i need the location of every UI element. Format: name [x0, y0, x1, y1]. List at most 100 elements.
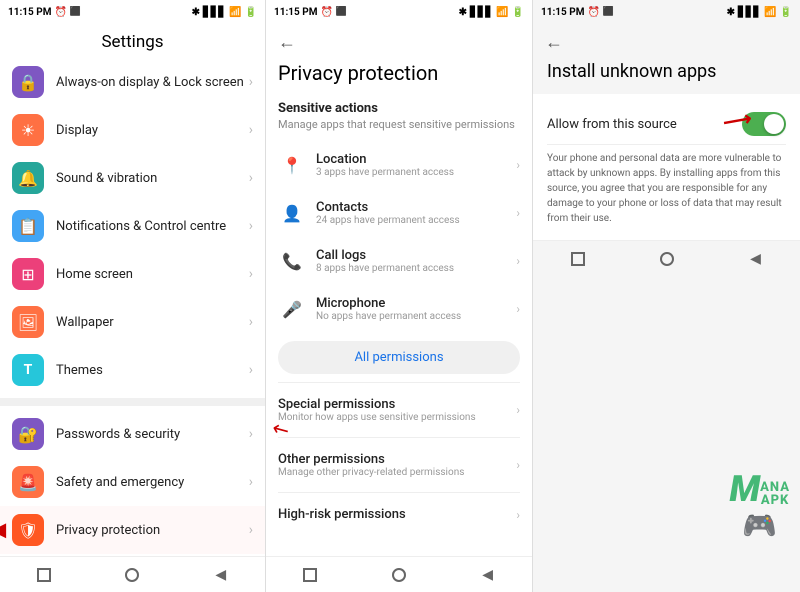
- perm-item-microphone[interactable]: 🎤 Microphone No apps have permanent acce…: [266, 285, 532, 333]
- square-icon-r: [571, 252, 585, 266]
- status-time-left: 11:15 PM ⏰ ⬛: [8, 7, 81, 18]
- back-button-middle[interactable]: ←: [278, 32, 296, 53]
- contacts-arrow: ›: [516, 206, 520, 220]
- settings-item-passwords[interactable]: 🔐 Passwords & security ›: [0, 410, 265, 458]
- settings-item-sound[interactable]: 🔔 Sound & vibration ›: [0, 154, 265, 202]
- nav-back-middle[interactable]: ◀: [474, 565, 502, 585]
- status-bar-right: 11:15 PM ⏰ ⬛ ✱ ▋▋▋ 📶 🔋: [533, 0, 800, 24]
- nav-circle-left[interactable]: [118, 565, 146, 585]
- nav-bar-left: ◀: [0, 556, 265, 592]
- nav-back-right[interactable]: ◀: [742, 249, 770, 269]
- settings-list: 🔒 Always-on display & Lock screen › ☀ Di…: [0, 58, 265, 556]
- settings-item-themes[interactable]: T Themes ›: [0, 346, 265, 394]
- privacy-panel: 11:15 PM ⏰ ⬛ ✱ ▋▋▋ 📶 🔋 ← Privacy protect…: [266, 0, 533, 592]
- circle-icon-r: [660, 252, 674, 266]
- arrow-icon: ›: [249, 314, 253, 330]
- other-perms-sub: Manage other privacy-related permissions: [278, 467, 516, 478]
- microphone-sub: No apps have permanent access: [316, 311, 516, 322]
- install-warning-text: Your phone and personal data are more vu…: [547, 144, 786, 230]
- bluetooth-icon-m: ✱: [459, 7, 467, 18]
- arrow-icon: ›: [249, 266, 253, 282]
- settings-title: Settings: [0, 24, 265, 58]
- all-permissions-button[interactable]: All permissions: [278, 341, 520, 374]
- calllogs-icon: 📞: [278, 247, 306, 275]
- arrow-icon: ›: [249, 474, 253, 490]
- privacy-title: Privacy protection: [266, 57, 532, 93]
- settings-item-always-on[interactable]: 🔒 Always-on display & Lock screen ›: [0, 58, 265, 106]
- toggle-knob: [764, 114, 784, 134]
- other-perms-title: Other permissions: [278, 452, 516, 467]
- settings-item-home[interactable]: ⊞ Home screen ›: [0, 250, 265, 298]
- settings-item-privacy[interactable]: 🛡 Privacy protection › ◀: [0, 506, 265, 554]
- section-divider-3: [278, 492, 520, 493]
- themes-label: Themes: [56, 363, 249, 378]
- install-content: Allow from this source Your phone and pe…: [533, 94, 800, 240]
- safety-label: Safety and emergency: [56, 475, 249, 490]
- wifi-icon: 📶: [229, 7, 241, 18]
- location-title: Location: [316, 152, 516, 167]
- settings-item-battery[interactable]: 🔋 Battery ›: [0, 554, 265, 556]
- contacts-icon: 👤: [278, 199, 306, 227]
- privacy-icon: 🛡: [12, 514, 44, 546]
- perm-item-contacts[interactable]: 👤 Contacts 24 apps have permanent access…: [266, 189, 532, 237]
- settings-group-1: 🔒 Always-on display & Lock screen › ☀ Di…: [0, 58, 265, 394]
- nav-circle-middle[interactable]: [385, 565, 413, 585]
- location-icon: 📍: [278, 151, 306, 179]
- special-perms-arrow: ›: [516, 403, 520, 417]
- alarm-icon-m: ⏰: [320, 7, 332, 18]
- bluetooth-icon-r: ✱: [727, 7, 735, 18]
- privacy-arrow-indicator: ◀: [0, 520, 6, 541]
- record-icon-r: ⬛: [603, 7, 614, 17]
- nav-bar-right: ◀: [533, 240, 800, 276]
- high-risk-arrow: ›: [516, 508, 520, 522]
- nav-square-right[interactable]: [564, 249, 592, 269]
- display-label: Display: [56, 123, 249, 138]
- settings-item-wallpaper[interactable]: 🖼 Wallpaper ›: [0, 298, 265, 346]
- notifications-icon: 📋: [12, 210, 44, 242]
- nav-circle-right[interactable]: [653, 249, 681, 269]
- triangle-icon: ◀: [215, 567, 226, 583]
- privacy-label: Privacy protection: [56, 523, 249, 538]
- settings-item-display[interactable]: ☀ Display ›: [0, 106, 265, 154]
- bluetooth-icon: ✱: [192, 7, 200, 18]
- status-bar-middle: 11:15 PM ⏰ ⬛ ✱ ▋▋▋ 📶 🔋: [266, 0, 532, 24]
- watermark-apk: APK: [760, 494, 790, 507]
- perm-item-location[interactable]: 📍 Location 3 apps have permanent access …: [266, 141, 532, 189]
- nav-square-left[interactable]: [30, 565, 58, 585]
- other-perms-arrow: ›: [516, 458, 520, 472]
- special-permissions-item[interactable]: Special permissions Monitor how apps use…: [266, 387, 532, 433]
- microphone-icon: 🎤: [278, 295, 306, 323]
- status-icons-left: ✱ ▋▋▋ 📶 🔋: [192, 7, 257, 18]
- high-risk-item[interactable]: High-risk permissions ›: [266, 497, 532, 532]
- perm-item-calllogs[interactable]: 📞 Call logs 8 apps have permanent access…: [266, 237, 532, 285]
- other-permissions-item[interactable]: Other permissions Manage other privacy-r…: [266, 442, 532, 488]
- signal-icon-r: ▋▋▋: [738, 7, 761, 18]
- arrow-icon: ›: [249, 218, 253, 234]
- calllogs-title: Call logs: [316, 248, 516, 263]
- notifications-label: Notifications & Control centre: [56, 219, 249, 234]
- square-icon-m: [303, 568, 317, 582]
- record-icon: ⬛: [70, 7, 81, 17]
- triangle-icon-r: ◀: [750, 251, 761, 267]
- display-icon: ☀: [12, 114, 44, 146]
- settings-item-notifications[interactable]: 📋 Notifications & Control centre ›: [0, 202, 265, 250]
- sound-label: Sound & vibration: [56, 171, 249, 186]
- wallpaper-label: Wallpaper: [56, 315, 249, 330]
- nav-back-left[interactable]: ◀: [207, 565, 235, 585]
- settings-item-safety[interactable]: 🚨 Safety and emergency ›: [0, 458, 265, 506]
- arrow-icon: ›: [249, 122, 253, 138]
- microphone-arrow: ›: [516, 302, 520, 316]
- always-on-label: Always-on display & Lock screen: [56, 75, 249, 90]
- alarm-icon-r: ⏰: [587, 7, 599, 18]
- settings-group-2: 🔐 Passwords & security › 🚨 Safety and em…: [0, 410, 265, 556]
- nav-square-middle[interactable]: [296, 565, 324, 585]
- section-divider-2: [278, 437, 520, 438]
- safety-icon: 🚨: [12, 466, 44, 498]
- allow-label: Allow from this source: [547, 117, 677, 132]
- alarm-icon: ⏰: [54, 7, 66, 18]
- back-button-right[interactable]: ←: [545, 32, 563, 53]
- location-sub: 3 apps have permanent access: [316, 167, 516, 178]
- arrow-icon: ›: [249, 74, 253, 90]
- install-panel: 11:15 PM ⏰ ⬛ ✱ ▋▋▋ 📶 🔋 ← Install unknown…: [533, 0, 800, 592]
- privacy-content: Sensitive actions Manage apps that reque…: [266, 93, 532, 556]
